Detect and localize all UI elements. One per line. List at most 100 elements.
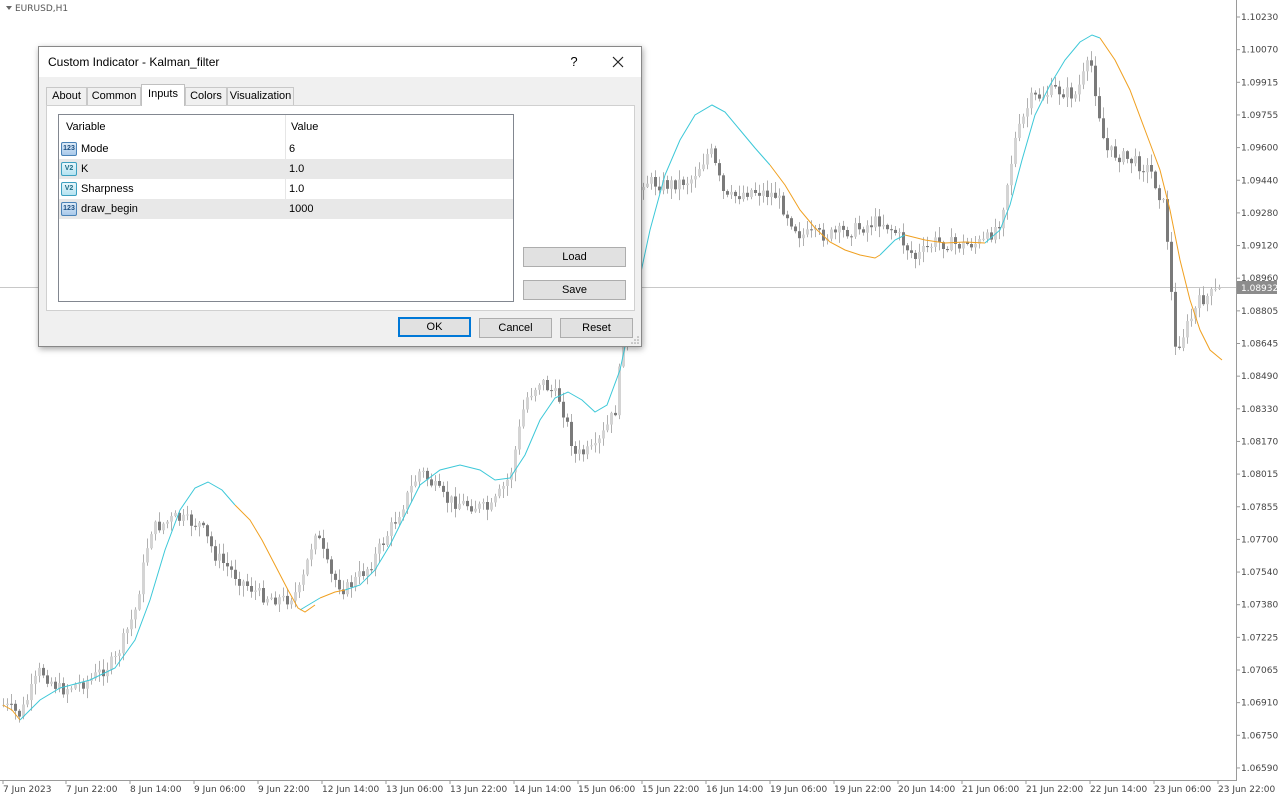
candle-body: [18, 710, 21, 717]
candle-body: [698, 169, 701, 176]
candle-body: [154, 521, 157, 535]
candle-body: [254, 590, 257, 592]
time-tick-label: 19 Jun 06:00: [770, 785, 827, 795]
candle-body: [1030, 92, 1033, 109]
candle-body: [434, 481, 437, 486]
input-value[interactable]: 1.0: [289, 183, 304, 195]
candle-body: [122, 633, 125, 654]
dialog-titlebar[interactable]: Custom Indicator - Kalman_filter ?: [39, 47, 641, 77]
price-tick-label: 1.08805: [1241, 307, 1278, 317]
candle-body: [810, 229, 813, 231]
candle-body: [382, 543, 385, 545]
candle-body: [202, 522, 205, 526]
time-tick-label: 14 Jun 14:00: [514, 785, 571, 795]
candle-body: [742, 192, 745, 200]
input-row-k[interactable]: V2 K 1.0: [59, 159, 513, 179]
column-value[interactable]: Value: [291, 121, 318, 133]
input-name: Sharpness: [81, 183, 134, 195]
candle-body: [70, 688, 73, 690]
candle-body: [706, 154, 709, 165]
candle-body: [670, 180, 673, 189]
help-button[interactable]: ?: [563, 51, 585, 73]
price-tick-label: 1.08330: [1241, 405, 1278, 415]
candle-body: [158, 521, 161, 531]
candle-body: [390, 522, 393, 536]
candle-body: [338, 579, 341, 590]
candle-body: [694, 176, 697, 180]
candle-body: [702, 164, 705, 170]
candle-body: [1122, 151, 1125, 163]
resize-grip-icon[interactable]: [631, 336, 639, 344]
candle-body: [606, 424, 609, 431]
input-value[interactable]: 1000: [289, 203, 313, 215]
candle-body: [518, 426, 521, 450]
candle-body: [602, 430, 605, 439]
candle-body: [926, 246, 929, 248]
candle-body: [114, 656, 117, 657]
candle-body: [886, 224, 889, 230]
candle-body: [458, 503, 461, 509]
candle-body: [1134, 156, 1137, 164]
tab-colors[interactable]: Colors: [185, 87, 227, 105]
tab-about[interactable]: About: [46, 87, 87, 105]
candle-body: [738, 196, 741, 200]
inputs-grid[interactable]: Variable Value 123 Mode 6 V2 K 1.0 V2 Sh…: [58, 114, 514, 302]
candle-body: [1202, 295, 1205, 305]
candle-body: [1118, 157, 1121, 163]
symbol-dropdown-icon[interactable]: [6, 6, 12, 10]
candle-body: [26, 700, 29, 705]
candle-body: [930, 246, 933, 248]
input-row-sharpness[interactable]: V2 Sharpness 1.0: [59, 179, 513, 199]
candle-body: [282, 595, 285, 598]
candle-body: [794, 226, 797, 232]
candle-body: [462, 500, 465, 504]
candle-body: [330, 559, 333, 574]
candle-body: [894, 229, 897, 233]
tab-common[interactable]: Common: [87, 87, 141, 105]
candle-body: [50, 681, 53, 684]
candle-body: [918, 251, 921, 259]
candle-body: [666, 180, 669, 189]
candle-body: [98, 669, 101, 673]
price-tick-label: 1.09440: [1241, 176, 1278, 186]
candle-body: [370, 569, 373, 571]
candle-body: [234, 569, 237, 579]
candle-body: [898, 232, 901, 234]
candle-body: [170, 516, 173, 522]
reset-button[interactable]: Reset: [560, 318, 633, 338]
candle-body: [1078, 84, 1081, 95]
candle-body: [418, 471, 421, 482]
tab-inputs[interactable]: Inputs: [141, 84, 185, 106]
candle-body: [614, 412, 617, 416]
load-button[interactable]: Load: [523, 247, 626, 267]
candle-body: [274, 597, 277, 605]
input-value[interactable]: 6: [289, 143, 295, 155]
candle-body: [230, 566, 233, 570]
candle-body: [674, 180, 677, 190]
price-tick-label: 1.09755: [1241, 111, 1278, 121]
candle-body: [782, 195, 785, 215]
input-value[interactable]: 1.0: [289, 163, 304, 175]
candle-body: [566, 417, 569, 422]
cancel-button[interactable]: Cancel: [479, 318, 552, 338]
input-row-mode[interactable]: 123 Mode 6: [59, 139, 513, 159]
candle-body: [14, 703, 17, 711]
candle-body: [1066, 87, 1069, 98]
double-type-icon: V2: [61, 182, 77, 196]
candle-body: [654, 177, 657, 187]
ok-button[interactable]: OK: [398, 317, 471, 337]
candle-body: [902, 232, 905, 246]
tab-visualization[interactable]: Visualization: [227, 87, 294, 105]
candle-body: [686, 183, 689, 186]
candle-body: [410, 485, 413, 493]
price-tick-label: 1.07380: [1241, 601, 1278, 611]
candle-body: [866, 225, 869, 233]
close-button[interactable]: [607, 51, 629, 73]
candle-body: [306, 559, 309, 575]
save-button[interactable]: Save: [523, 280, 626, 300]
price-tick-label: 1.08170: [1241, 437, 1278, 447]
candle-body: [846, 230, 849, 237]
price-tick-label: 1.09600: [1241, 144, 1278, 154]
column-variable[interactable]: Variable: [66, 121, 106, 133]
input-row-draw-begin[interactable]: 123 draw_begin 1000: [59, 199, 513, 219]
